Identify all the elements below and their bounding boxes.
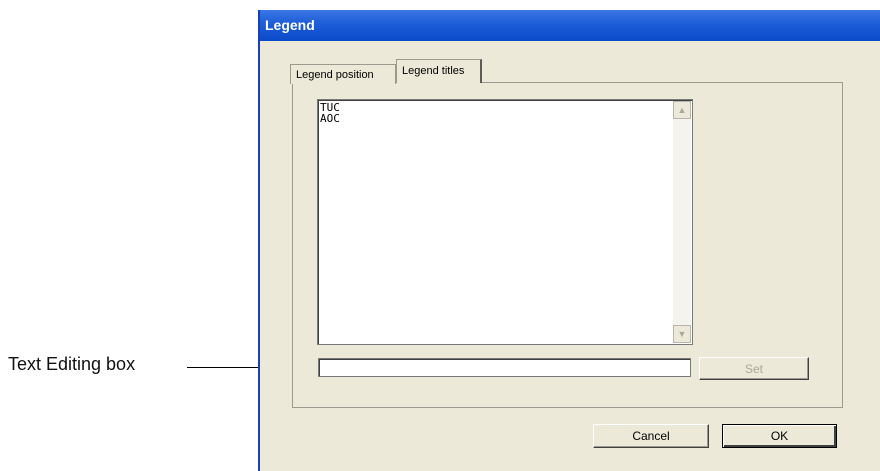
dialog-title: Legend	[260, 10, 880, 41]
listbox-scrollbar[interactable]: ▲ ▼	[673, 101, 691, 343]
ok-button[interactable]: OK	[722, 424, 837, 448]
set-button[interactable]: Set	[699, 357, 809, 380]
tab-legend-titles[interactable]: Legend titles	[396, 59, 482, 83]
scroll-down-arrow-icon[interactable]: ▼	[673, 325, 691, 343]
list-item[interactable]: AOC	[320, 113, 340, 124]
legend-titles-list: TUC AOC	[320, 102, 340, 124]
text-editing-box[interactable]	[318, 358, 691, 377]
tab-legend-position[interactable]: Legend position	[290, 64, 396, 84]
cancel-button[interactable]: Cancel	[593, 424, 709, 448]
annotation-label: Text Editing box	[8, 354, 136, 374]
legend-titles-listbox[interactable]: TUC AOC ▲ ▼	[317, 99, 693, 345]
scroll-up-arrow-icon[interactable]: ▲	[673, 101, 691, 119]
